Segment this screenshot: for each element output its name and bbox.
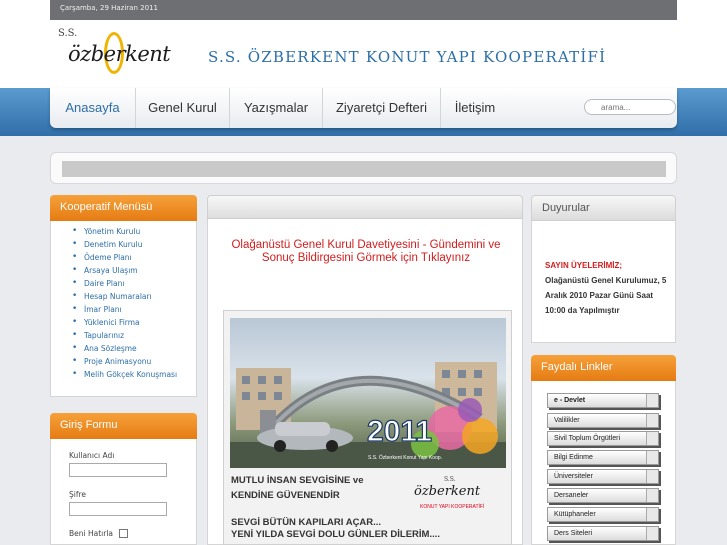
- login-box: Kullanıcı Adı Şifre Beni Hatırla: [50, 439, 197, 545]
- announcement-body: Olağanüstü Genel Kurulumuz, 5 Aralık 201…: [545, 276, 667, 315]
- poster-photo: 2011 S.S. Özberkent Konut Yapı Koop.: [230, 318, 506, 468]
- nav-item-iletisim[interactable]: İletişim: [441, 88, 509, 128]
- site-logo[interactable]: S.S. özberkent: [58, 28, 182, 86]
- chevron-down-icon: [646, 470, 658, 483]
- username-label: Kullanıcı Adı: [69, 451, 115, 460]
- chevron-down-icon: [646, 414, 658, 427]
- poster-slogan-2b: YENİ YILDA SEVGİ DOLU GÜNLER DİLERİM....: [231, 529, 441, 540]
- new-year-poster[interactable]: 2011 S.S. Özberkent Konut Yapı Koop. MUT…: [223, 310, 512, 545]
- announcement-text: SAYIN ÜYELERİMİZ; Olağanüstü Genel Kurul…: [545, 258, 670, 318]
- search-input[interactable]: [584, 99, 676, 115]
- announcements-box: SAYIN ÜYELERİMİZ; Olağanüstü Genel Kurul…: [531, 221, 676, 343]
- links-box: e - Devlet Valilikler Sivil Toplum Örgüt…: [531, 381, 676, 545]
- nav-item-yazismalar[interactable]: Yazışmalar: [230, 88, 323, 128]
- poster-logo-word: özberkent: [414, 484, 481, 499]
- announcement-heading: SAYIN ÜYELERİMİZ;: [545, 261, 623, 270]
- username-field[interactable]: [69, 463, 167, 477]
- link-select-ders-siteleri[interactable]: Ders Siteleri: [547, 526, 659, 541]
- link-select-stk[interactable]: Sivil Toplum Örgütleri: [547, 431, 659, 446]
- nav-item-genel-kurul[interactable]: Genel Kurul: [136, 88, 230, 128]
- nav-item-anasayfa[interactable]: Anasayfa: [50, 88, 136, 128]
- poster-slogan-2a: SEVGİ BÜTÜN KAPILARI AÇAR...: [231, 517, 382, 528]
- poster-slogan-1: MUTLU İNSAN SEVGİSİNE ve KENDİNE GÜVENEN…: [231, 475, 364, 501]
- main-nav: Anasayfa Genel Kurul Yazışmalar Ziyaretç…: [50, 88, 677, 128]
- menu-item[interactable]: Tapularınız: [72, 330, 177, 344]
- logo-ss: S.S.: [58, 28, 78, 39]
- menu-item[interactable]: Hesap Numaraları: [72, 291, 177, 305]
- site-header: S.S. özberkent S.S. ÖZBERKENT KONUT YAPI…: [0, 20, 727, 90]
- banner-area: [50, 152, 677, 184]
- logo-word: özberkent: [68, 42, 171, 66]
- poster-slogan-2: SEVGİ BÜTÜN KAPILARI AÇAR... YENİ YILDA …: [231, 517, 440, 541]
- nav-item-ziyaretci-defteri[interactable]: Ziyaretçi Defteri: [323, 88, 441, 128]
- remember-label: Beni Hatırla: [69, 529, 114, 538]
- announcements-title: Duyurular: [531, 195, 676, 221]
- poster-logo: S.S. özberkent KONUT YAPI KOOPERATİFİ: [414, 476, 494, 511]
- main-content: Olağanüstü Genel Kurul Davetiyesini - Gü…: [207, 219, 523, 545]
- menu-list: Yönetim Kurulu Denetim Kurulu Ödeme Plan…: [72, 226, 177, 383]
- link-select-universiteler[interactable]: Üniversiteler: [547, 469, 659, 484]
- chevron-down-icon: [646, 527, 658, 540]
- menu-item[interactable]: Arsaya Ulaşım: [72, 265, 177, 279]
- link-select-bilgi-edinme[interactable]: Bilgi Edinme: [547, 450, 659, 465]
- password-field[interactable]: [69, 502, 167, 516]
- link-label: Valilikler: [554, 417, 580, 424]
- menu-box-title: Kooperatif Menüsü: [50, 195, 197, 221]
- poster-caption: S.S. Özberkent Konut Yapı Koop.: [368, 454, 442, 461]
- menu-item[interactable]: Yönetim Kurulu: [72, 226, 177, 240]
- poster-illustration: 2011 S.S. Özberkent Konut Yapı Koop.: [230, 362, 506, 468]
- top-bar: Çarşamba, 29 Haziran 2011: [0, 0, 727, 20]
- link-label: Üniversiteler: [554, 473, 593, 480]
- login-box-title: Giriş Formu: [50, 413, 197, 439]
- nav-band: Anasayfa Genel Kurul Yazışmalar Ziyaretç…: [0, 88, 727, 136]
- menu-item[interactable]: Yüklenici Firma: [72, 317, 177, 331]
- poster-year: 2011: [367, 415, 432, 448]
- date-strip: Çarşamba, 29 Haziran 2011: [50, 0, 677, 20]
- banner-bar: [62, 161, 666, 177]
- link-select-e-devlet[interactable]: e - Devlet: [547, 393, 659, 408]
- menu-item[interactable]: Melih Gökçek Konuşması: [72, 369, 177, 383]
- remember-checkbox[interactable]: [119, 529, 128, 538]
- poster-logo-ss: S.S.: [444, 476, 456, 483]
- menu-item[interactable]: Daire Planı: [72, 278, 177, 292]
- chevron-down-icon: [646, 508, 658, 521]
- chevron-down-icon: [646, 394, 658, 407]
- menu-item[interactable]: Denetim Kurulu: [72, 239, 177, 253]
- link-label: Bilgi Edinme: [554, 454, 593, 461]
- main-box-header: [207, 195, 523, 219]
- poster-logo-sub: KONUT YAPI KOOPERATİFİ: [420, 504, 485, 510]
- current-date: Çarşamba, 29 Haziran 2011: [60, 4, 158, 12]
- link-label: e - Devlet: [554, 397, 586, 404]
- link-label: Kütüphaneler: [554, 511, 596, 518]
- notice-link[interactable]: Olağanüstü Genel Kurul Davetiyesini - Gü…: [228, 239, 504, 265]
- menu-item[interactable]: İmar Planı: [72, 304, 177, 318]
- menu-item[interactable]: Proje Animasyonu: [72, 356, 177, 370]
- link-label: Dersaneler: [554, 492, 589, 499]
- link-select-kutuphaneler[interactable]: Kütüphaneler: [547, 507, 659, 522]
- menu-item[interactable]: Ödeme Planı: [72, 252, 177, 266]
- password-label: Şifre: [69, 490, 87, 499]
- link-select-dersaneler[interactable]: Dersaneler: [547, 488, 659, 503]
- chevron-down-icon: [646, 489, 658, 502]
- link-select-valilikler[interactable]: Valilikler: [547, 413, 659, 428]
- menu-item[interactable]: Ana Sözleşme: [72, 343, 177, 357]
- menu-box: Yönetim Kurulu Denetim Kurulu Ödeme Plan…: [50, 221, 197, 397]
- link-label: Sivil Toplum Örgütleri: [554, 435, 621, 442]
- chevron-down-icon: [646, 451, 658, 464]
- links-box-title: Faydalı Linkler: [531, 355, 676, 381]
- chevron-down-icon: [646, 432, 658, 445]
- link-label: Ders Siteleri: [554, 530, 593, 537]
- site-title: S.S. ÖZBERKENT KONUT YAPI KOOPERATİFİ: [208, 48, 607, 66]
